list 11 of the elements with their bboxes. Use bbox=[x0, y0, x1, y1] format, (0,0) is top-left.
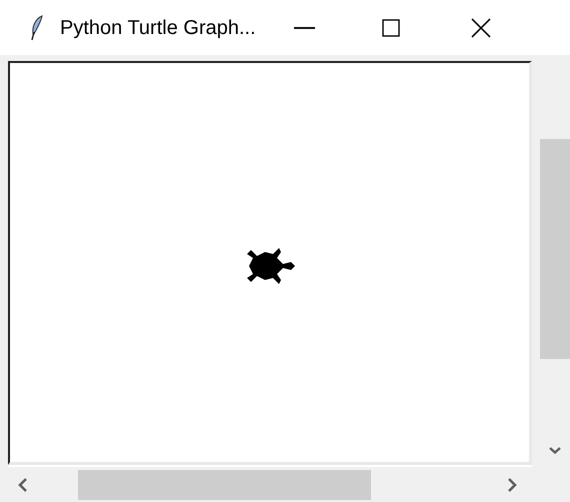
chevron-down-icon[interactable] bbox=[549, 447, 561, 454]
close-icon[interactable] bbox=[470, 18, 491, 38]
chevron-left-icon[interactable] bbox=[18, 478, 28, 492]
horizontal-scrollbar[interactable] bbox=[8, 465, 532, 502]
feather-icon bbox=[30, 14, 44, 40]
scrollbar-thumb[interactable] bbox=[78, 470, 371, 500]
window-title: Python Turtle Graph... bbox=[60, 16, 256, 40]
chevron-right-icon[interactable] bbox=[507, 478, 517, 492]
scrollbar-thumb[interactable] bbox=[540, 139, 570, 359]
minimize-icon[interactable] bbox=[294, 26, 315, 28]
maximize-icon[interactable] bbox=[382, 18, 400, 36]
